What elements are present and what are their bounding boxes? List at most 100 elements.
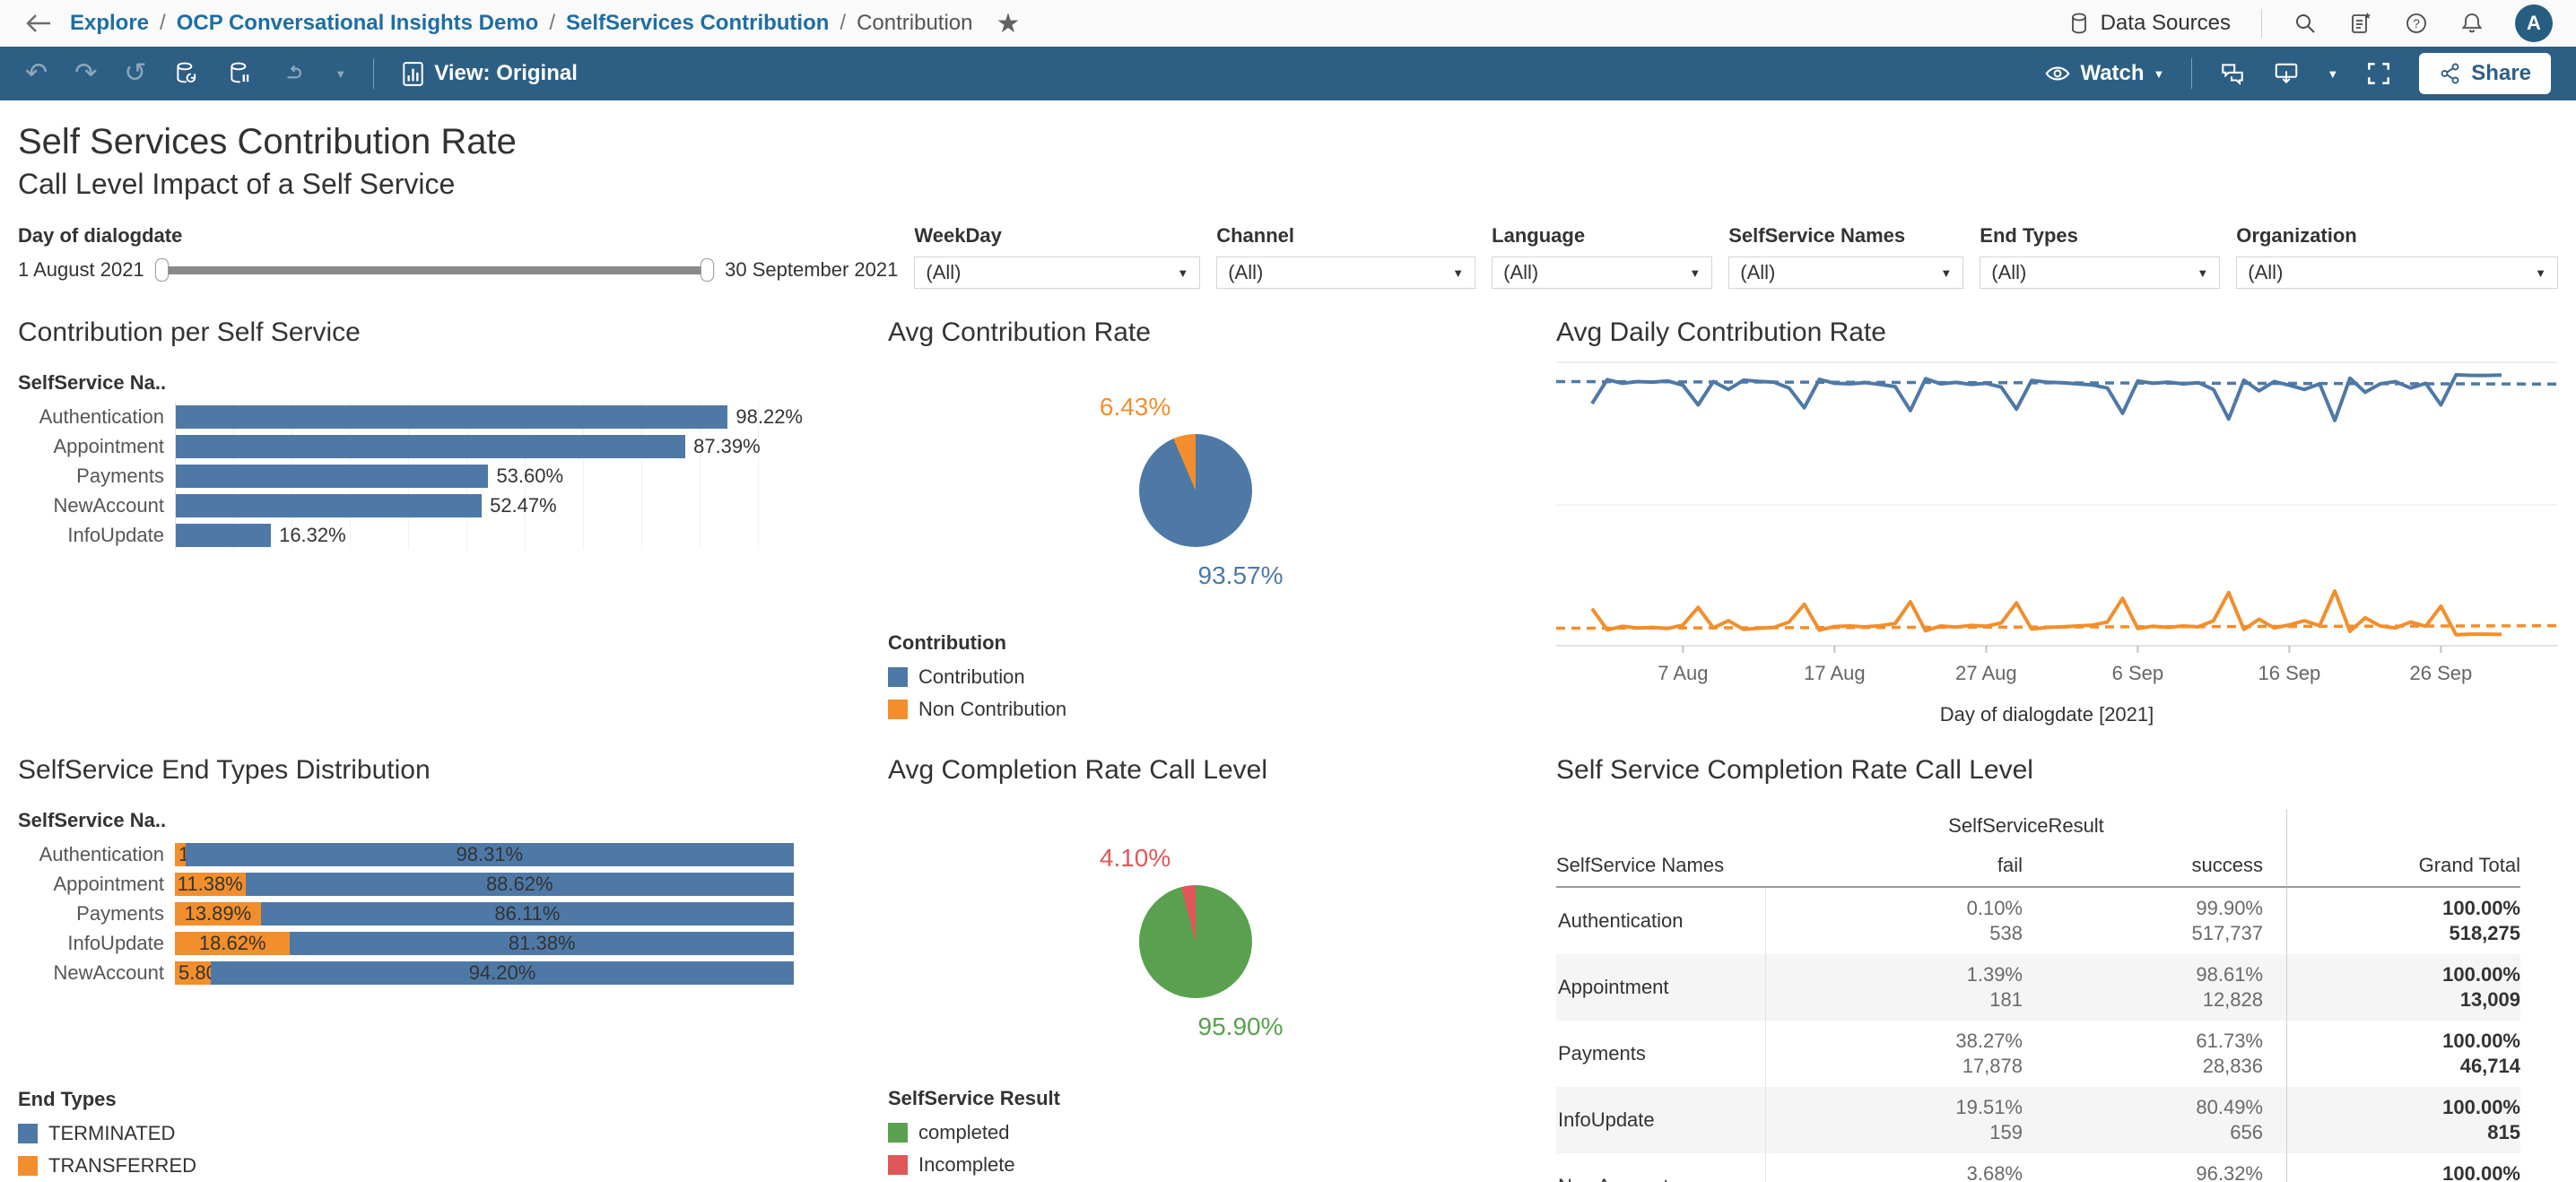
table-cell-success[interactable]: 61.73%28,836 [2023, 1021, 2287, 1087]
segment-value-label: 81.38% [509, 932, 576, 955]
fullscreen-button[interactable] [2365, 60, 2392, 87]
bar-segment-transferred[interactable]: 18.62% [175, 932, 290, 955]
refresh-data-button[interactable] [173, 60, 200, 87]
bar-segment-terminated[interactable]: 81.38% [290, 932, 794, 955]
legend-item[interactable]: Incomplete [888, 1153, 1511, 1177]
bar-segment-transferred[interactable]: 13.89% [175, 902, 261, 926]
data-sources-button[interactable]: Data Sources [2067, 11, 2231, 36]
watch-button[interactable]: Watch ▼ [2044, 61, 2164, 86]
table-cell-fail[interactable]: 19.51%159 [1766, 1087, 2023, 1153]
legend-contribution: ContributionContributionNon Contribution [888, 631, 1511, 721]
bar-segment-terminated[interactable]: 98.31% [186, 843, 794, 866]
row-header: SelfService Na.. [18, 809, 843, 832]
bar-segment-transferred[interactable]: 5.80% [175, 961, 211, 985]
breadcrumb-explore[interactable]: Explore [70, 11, 149, 36]
auto-update-button[interactable] [281, 60, 308, 87]
category-label: Payments [18, 902, 175, 926]
download-caret[interactable]: ▼ [2327, 67, 2338, 81]
pie-chart[interactable]: 6.43%93.57% [1139, 434, 1252, 547]
bar-segment-transferred[interactable]: 11.38% [175, 873, 246, 896]
slider-handle-start[interactable] [155, 258, 169, 282]
bar[interactable] [176, 465, 488, 488]
bar-track: 98.22% [175, 402, 803, 431]
table-cell-grand-total[interactable]: 100.00%46,714 [2287, 1021, 2520, 1087]
filter-dropdown-weekday[interactable]: (All)▼ [914, 256, 1200, 289]
table-cell-fail[interactable]: 3.68%79 [1766, 1153, 2023, 1182]
table-cell-grand-total[interactable]: 100.00%815 [2287, 1087, 2520, 1153]
back-button[interactable] [23, 11, 54, 36]
bar[interactable] [176, 405, 727, 429]
view-original-button[interactable]: View: Original [401, 61, 578, 87]
filter-label: End Types [1980, 224, 2220, 248]
date-range-slider[interactable] [157, 256, 712, 283]
slider-handle-end[interactable] [701, 258, 714, 282]
bar[interactable] [176, 435, 685, 458]
share-label: Share [2471, 61, 2531, 86]
bar-segment-terminated[interactable]: 94.20% [211, 961, 794, 985]
table-row-name[interactable]: Payments [1556, 1021, 1766, 1087]
table-cell-success[interactable]: 99.90%517,737 [2023, 888, 2287, 954]
table-cell-grand-total[interactable]: 100.00%13,009 [2287, 954, 2520, 1021]
auto-update-caret[interactable]: ▼ [335, 67, 346, 81]
slider-track[interactable] [157, 266, 712, 274]
legend-item[interactable]: TRANSFERRED [18, 1154, 843, 1178]
table-row-name[interactable]: Authentication [1556, 888, 1766, 954]
comments-button[interactable] [2219, 61, 2246, 86]
table-row-name[interactable]: Appointment [1556, 954, 1766, 1021]
line-chart-body: 7 Aug17 Aug27 Aug6 Sep16 Sep26 SepDay of… [1556, 361, 2558, 733]
filter-dropdown-channel[interactable]: (All)▼ [1216, 256, 1475, 289]
bar-row: Payments53.60% [18, 461, 843, 491]
redo-button[interactable]: ↷ [74, 60, 97, 87]
legend-item[interactable]: completed [888, 1121, 1511, 1144]
table-row-name[interactable]: NewAccount [1556, 1153, 1766, 1182]
table-cell-success[interactable]: 80.49%656 [2023, 1087, 2287, 1153]
watch-label: Watch [2080, 61, 2144, 86]
bar[interactable] [176, 494, 482, 517]
table-cell-grand-total[interactable]: 100.00%518,275 [2287, 888, 2520, 954]
bar-value-label: 53.60% [496, 465, 563, 488]
column-header[interactable]: fail [1766, 847, 2023, 888]
recents-button[interactable] [2348, 11, 2373, 36]
download-button[interactable] [2273, 61, 2300, 86]
fullscreen-icon [2365, 60, 2392, 87]
favorite-star-icon[interactable]: ★ [996, 8, 1021, 39]
table-cell-fail[interactable]: 1.39%181 [1766, 954, 2023, 1021]
search-icon [2293, 11, 2318, 36]
bar-segment-transferred[interactable]: 1.69% [175, 843, 186, 866]
table-cell-success[interactable]: 96.32%2,067 [2023, 1153, 2287, 1182]
column-header[interactable]: success [2023, 847, 2287, 888]
bar-segment-terminated[interactable]: 86.11% [261, 902, 794, 926]
bar-segment-terminated[interactable]: 88.62% [246, 873, 794, 896]
date-filter-label: Day of dialogdate [18, 224, 898, 248]
column-header[interactable]: Grand Total [2287, 847, 2520, 888]
pause-updates-button[interactable] [227, 60, 254, 87]
column-header[interactable]: SelfService Names [1556, 847, 1766, 888]
table-cell-fail[interactable]: 38.27%17,878 [1766, 1021, 2023, 1087]
share-button[interactable]: Share [2419, 53, 2551, 94]
legend-item[interactable]: TERMINATED [18, 1122, 843, 1145]
filter-dropdown-language[interactable]: (All)▼ [1492, 256, 1712, 289]
bar-row: NewAccount5.80%94.20% [18, 958, 843, 987]
table-cell-success[interactable]: 98.61%12,828 [2023, 954, 2287, 1021]
undo-button[interactable]: ↶ [25, 60, 48, 87]
legend-item[interactable]: Contribution [888, 665, 1511, 689]
help-button[interactable]: ? [2404, 11, 2429, 36]
pie-chart[interactable]: 4.10%95.90% [1139, 885, 1252, 998]
notifications-button[interactable] [2459, 11, 2485, 36]
filter-dropdown-selfservice-names[interactable]: (All)▼ [1728, 256, 1963, 289]
bar[interactable] [176, 524, 271, 547]
legend-item[interactable]: Non Contribution [888, 698, 1511, 721]
bar-value-label: 16.32% [279, 524, 346, 547]
avatar[interactable]: A [2515, 4, 2553, 42]
filter-dropdown-organization[interactable]: (All)▼ [2236, 256, 2558, 289]
chevron-down-icon: ▼ [1452, 266, 1464, 280]
row-header: SelfService Na.. [18, 371, 843, 395]
search-button[interactable] [2293, 11, 2318, 36]
breadcrumb-workbook[interactable]: SelfServices Contribution [566, 11, 829, 36]
filter-dropdown-end-types[interactable]: (All)▼ [1980, 256, 2220, 289]
breadcrumb-project[interactable]: OCP Conversational Insights Demo [177, 11, 539, 36]
table-cell-fail[interactable]: 0.10%538 [1766, 888, 2023, 954]
table-cell-grand-total[interactable]: 100.00%2,146 [2287, 1153, 2520, 1182]
revert-button[interactable]: ↺ [124, 60, 146, 87]
table-row-name[interactable]: InfoUpdate [1556, 1087, 1766, 1153]
